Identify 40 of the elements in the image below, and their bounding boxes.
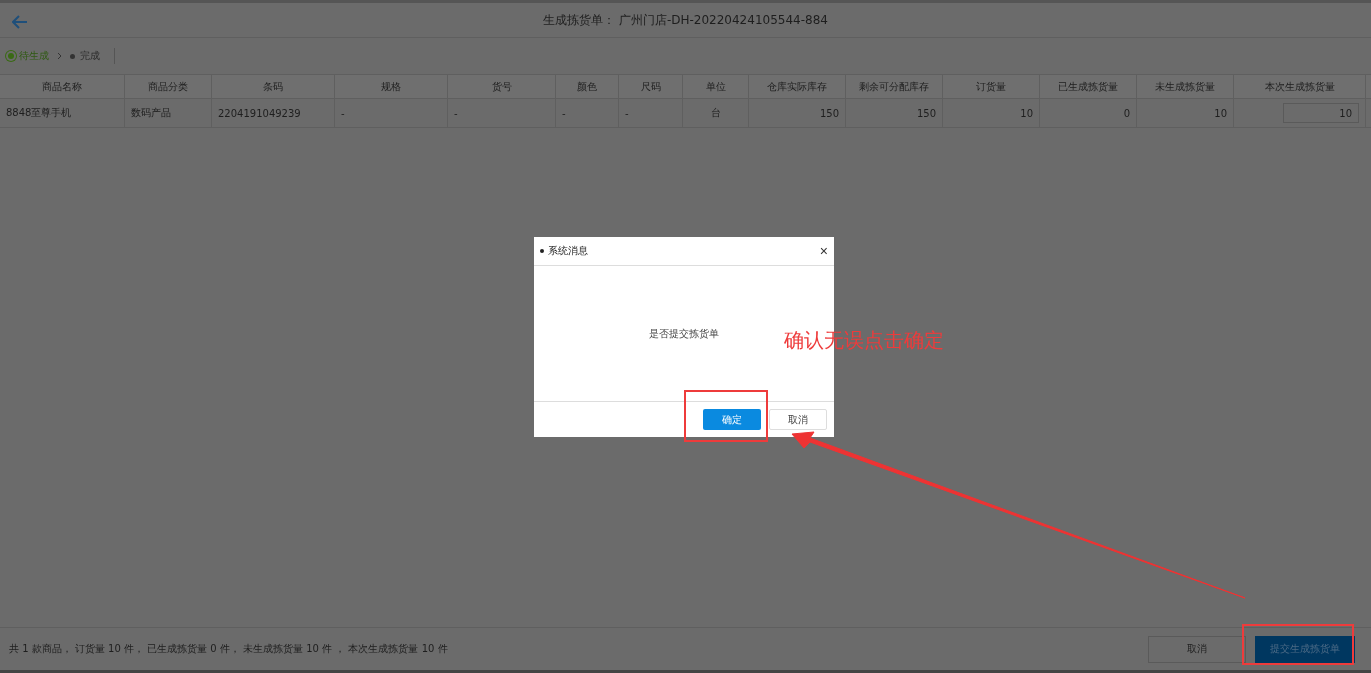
table-cell: 8848至尊手机 [0,99,125,127]
table-cell: - [619,99,683,127]
column-header: 颜色 [556,75,619,98]
column-header: 单位 [683,75,749,98]
submit-button[interactable]: 提交生成拣货单 [1255,635,1355,663]
table-cell: 150 [846,99,943,127]
dialog-title: 系统消息 [548,244,588,258]
column-header: 尺码 [619,75,683,98]
table-cell: - [448,99,556,127]
summary-text: 共 1 款商品， 订货量 10 件， 已生成拣货量 0 件， 未生成拣货量 10 件 ， 本次生成拣货量 10 件 [9,642,448,656]
table-cell: 10 [943,99,1040,127]
table-cell: 10 [1137,99,1234,127]
page-title: 生成拣货单： 广州门店-DH-20220424105544-884 [543,11,828,29]
dialog-message: 是否提交拣货单 [649,326,719,341]
cancel-button[interactable]: 取消 [769,409,827,430]
column-header: 规格 [335,75,448,98]
table-cell: 数码产品 [125,99,212,127]
table-cell: 台 [683,99,749,127]
column-header: 剩余可分配库存 [846,75,943,98]
table-cell: 150 [749,99,846,127]
column-header: 仓库实际库存 [749,75,846,98]
bullet-icon [540,249,544,253]
table-cell: 0 [1040,99,1137,127]
column-header: 本次生成拣货量 [1234,75,1366,98]
table-cell: - [556,99,619,127]
chevron-icon [57,52,62,60]
close-button[interactable]: × [817,243,830,259]
column-header: 未生成拣货量 [1137,75,1234,98]
column-header: 条码 [212,75,335,98]
column-header: 已生成拣货量 [1040,75,1137,98]
column-header: 商品分类 [125,75,212,98]
quantity-input[interactable]: 10 [1283,103,1359,123]
column-header: 货号 [448,75,556,98]
back-arrow-icon[interactable] [12,15,28,29]
column-header: 订货量 [943,75,1040,98]
table-cell: 2204191049239 [212,99,335,127]
confirm-button[interactable]: 确定 [703,409,761,430]
table-cell: - [335,99,448,127]
column-header: 商品名称 [0,75,125,98]
cancel-button[interactable]: 取消 [1148,635,1246,663]
